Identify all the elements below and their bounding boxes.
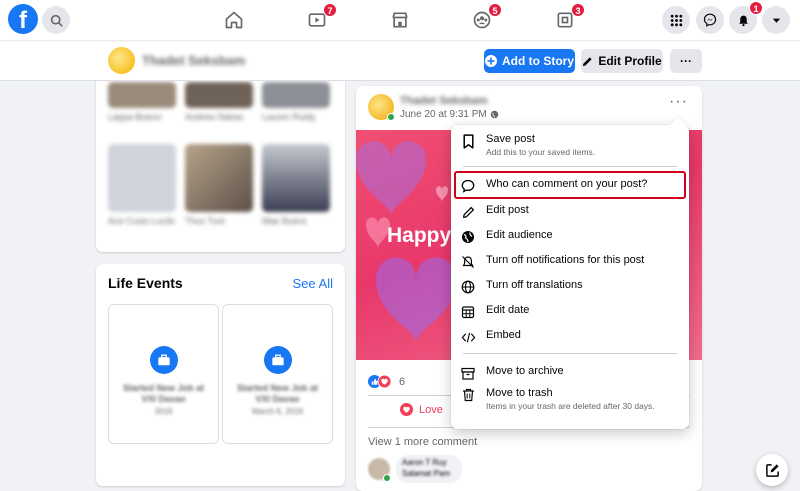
commenter-name[interactable]: Aaron T Ruy [402, 458, 447, 467]
menu-item-who-can-comment[interactable]: Who can comment on your post? [454, 171, 686, 199]
messenger-icon [703, 13, 717, 27]
post-timestamp[interactable]: June 20 at 9:31 PM [400, 109, 499, 120]
friend-photo[interactable] [262, 144, 330, 212]
gaming-badge: 3 [571, 3, 585, 17]
post-image-text: Happy [387, 224, 452, 247]
briefcase-icon [264, 346, 292, 374]
home-icon [225, 11, 243, 29]
account-caret-icon [772, 18, 780, 23]
plus-circle-icon [485, 55, 497, 67]
nav-groups[interactable]: 5 [470, 3, 502, 32]
nav-marketplace[interactable] [388, 8, 412, 32]
profile-name[interactable]: Thadet Seksbam [142, 53, 245, 68]
search-icon [50, 14, 63, 27]
notifications-badge: 1 [749, 1, 763, 15]
friend-name[interactable]: Ace Cusio Lucilo [108, 216, 176, 227]
notifications-button[interactable]: 1 [729, 1, 763, 34]
messenger-button[interactable] [696, 6, 724, 34]
nav-gaming[interactable]: 3 [553, 3, 585, 32]
see-all-link[interactable]: See All [293, 276, 333, 291]
online-status-dot [387, 113, 395, 121]
menu-item-move-to-trash[interactable]: Move to trash Items in your trash are de… [456, 386, 684, 412]
bell-icon [738, 15, 748, 26]
life-event-title: Started New Job at VXI Davao [236, 383, 319, 404]
edit-profile-button[interactable]: Edit Profile [581, 49, 663, 73]
friend-photo[interactable] [108, 144, 176, 212]
menu-divider [463, 353, 677, 354]
new-message-button[interactable] [756, 454, 788, 486]
menu-divider [463, 166, 677, 167]
life-event-date: 2016 [154, 407, 173, 416]
menu-item-edit-post[interactable]: Edit post [456, 203, 684, 220]
friend-name[interactable]: Mae Buera [262, 216, 330, 227]
reaction-summary[interactable]: 6 [368, 375, 405, 388]
compose-icon [765, 463, 779, 477]
friend-name[interactable]: Lauren Ruidy [262, 112, 330, 123]
top-nav: f 7 5 3 1 [0, 0, 800, 40]
nav-home[interactable] [222, 8, 246, 32]
globe-icon [490, 110, 498, 119]
bookmark-icon [460, 133, 476, 149]
online-status-dot [383, 474, 391, 482]
menu-item-edit-audience[interactable]: Edit audience [456, 228, 684, 245]
groups-badge: 5 [488, 3, 502, 17]
life-event-title: Started New Job at VXI Davao [122, 383, 205, 404]
love-reaction-icon [378, 375, 391, 388]
calendar-icon [460, 304, 476, 320]
menu-item-embed[interactable]: Embed [456, 328, 684, 345]
add-to-story-button[interactable]: Add to Story [484, 49, 575, 73]
globe-icon [460, 229, 476, 245]
comment-text: Salamat Pam [402, 469, 451, 478]
love-button[interactable]: Love [400, 403, 443, 416]
friend-name[interactable]: Andrew Nalow [185, 112, 253, 123]
marketplace-icon [392, 12, 408, 28]
life-events-card: Life Events See All Started New Job at V… [96, 264, 345, 486]
reaction-count: 6 [399, 375, 406, 388]
nav-watch[interactable]: 7 [305, 3, 337, 32]
menu-item-save-post[interactable]: Save post Add this to your saved items. [456, 132, 684, 158]
friends-card: Lappa Bueno Andrew Nalow Lauren Ruidy Ac… [96, 60, 345, 252]
life-event-date: March 6, 2016 [251, 407, 304, 416]
post-options-menu: Save post Add this to your saved items. … [451, 116, 689, 429]
friend-photo[interactable] [185, 144, 253, 212]
account-button[interactable] [762, 6, 790, 34]
menu-item-turn-off-translations[interactable]: Turn off translations [456, 278, 684, 295]
friend-photo[interactable] [262, 82, 330, 108]
life-event-item[interactable]: Started New Job at VXI Davao 2016 [108, 304, 219, 444]
profile-bar: Thadet Seksbam Add to Story Edit Profile… [0, 40, 800, 81]
bell-off-icon [460, 254, 476, 270]
menu-item-move-to-archive[interactable]: Move to archive [456, 364, 684, 381]
code-icon [460, 329, 476, 345]
profile-more-button[interactable]: ··· [670, 49, 702, 73]
translate-icon [460, 279, 476, 295]
friend-photo[interactable] [185, 82, 253, 108]
menu-item-edit-date[interactable]: Edit date [456, 303, 684, 320]
post-author-name[interactable]: Thadet Seksbam [400, 95, 487, 107]
pencil-icon [460, 204, 476, 220]
profile-avatar[interactable] [108, 47, 135, 74]
watch-badge: 7 [323, 3, 337, 17]
life-events-title: Life Events [108, 275, 183, 291]
menu-grid-icon [670, 14, 682, 26]
menu-item-turn-off-notifications[interactable]: Turn off notifications for this post [456, 253, 684, 270]
friend-name[interactable]: Thus Tuol [185, 216, 253, 227]
heart-icon [400, 403, 413, 416]
comment-bubble: Aaron T Ruy Salamat Pam [396, 455, 462, 483]
friend-name[interactable]: Lappa Bueno [108, 112, 176, 123]
pencil-icon [583, 56, 592, 66]
comment-bubble-icon [460, 178, 476, 194]
search-button[interactable] [42, 6, 70, 34]
friend-photo[interactable] [108, 82, 176, 108]
view-more-comments-link[interactable]: View 1 more comment [368, 436, 477, 448]
menu-button[interactable] [662, 6, 690, 34]
post-more-button[interactable]: ··· [669, 94, 688, 110]
briefcase-icon [150, 346, 178, 374]
archive-icon [460, 365, 476, 381]
trash-icon [460, 387, 476, 403]
life-event-item[interactable]: Started New Job at VXI Davao March 6, 20… [222, 304, 333, 444]
facebook-logo[interactable]: f [8, 4, 38, 34]
